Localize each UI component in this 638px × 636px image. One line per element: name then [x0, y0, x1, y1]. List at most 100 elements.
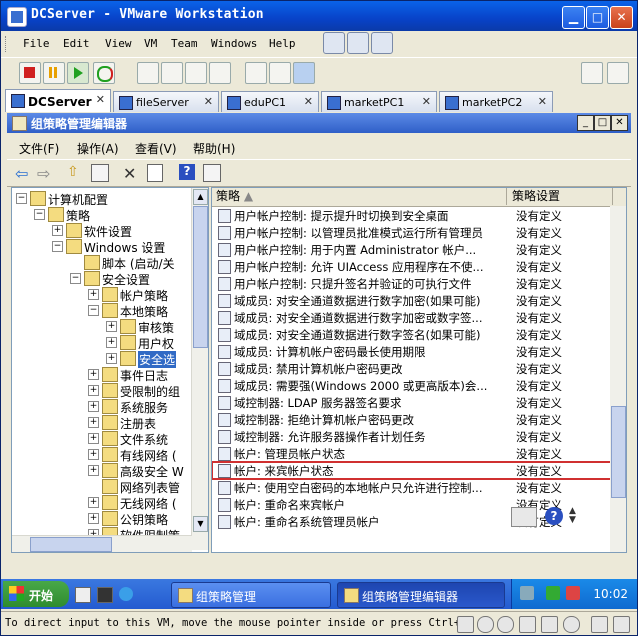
collapse-icon[interactable]: − — [52, 241, 63, 252]
message-icon[interactable] — [591, 616, 608, 633]
tab-edupc1[interactable]: eduPC1 ✕ — [221, 91, 319, 112]
collapse-icon[interactable]: − — [70, 273, 81, 284]
list-row[interactable]: 用户帐户控制: 允许 UIAccess 应用程序在不使... 没有定义 — [212, 258, 612, 275]
hard-disk-icon[interactable] — [457, 616, 474, 633]
forward-icon[interactable]: ⇨ — [37, 164, 55, 183]
tab-fileserver[interactable]: fileServer ✕ — [113, 91, 219, 112]
list-row[interactable]: 用户帐户控制: 用于内置 Administrator 帐户... 没有定义 — [212, 241, 612, 258]
menu-file-cn[interactable]: 文件(F) — [19, 140, 59, 157]
revert-snapshot-icon[interactable] — [347, 32, 369, 54]
tray-alert-icon[interactable] — [566, 586, 580, 600]
tray-network-icon[interactable] — [520, 586, 534, 600]
play-icon[interactable] — [67, 62, 89, 84]
task-gpm[interactable]: 组策略管理 — [171, 582, 331, 608]
list-scrollbar[interactable] — [610, 206, 626, 552]
expand-icon[interactable]: + — [88, 417, 99, 428]
list-row[interactable]: 帐户: 来宾帐户状态 没有定义 — [212, 461, 613, 480]
back-icon[interactable]: ⇦ — [15, 164, 33, 183]
policy-tree[interactable]: − 计算机配置 − 策略 + 软件设置 − Windows 设置 脚本 (启动/关 − 安全设置 + 帐… — [11, 187, 209, 553]
vm-settings-icon[interactable] — [581, 62, 603, 84]
tab-marketpc2[interactable]: marketPC2 ✕ — [439, 91, 553, 112]
gpme-title-bar[interactable]: 组策略管理编辑器 _ □ ✕ — [7, 113, 631, 133]
gpme-minimize-button[interactable]: _ — [577, 115, 594, 131]
export-list-icon[interactable] — [147, 164, 163, 182]
list-row[interactable]: 域控制器: LDAP 服务器签名要求 没有定义 — [212, 394, 612, 411]
help-circle-icon[interactable]: ? — [545, 507, 563, 525]
expand-icon[interactable]: + — [88, 289, 99, 300]
quick-switch-icon[interactable] — [161, 62, 183, 84]
column-setting[interactable]: 策略设置 — [508, 188, 613, 205]
menu-view[interactable]: View — [105, 37, 132, 50]
menu-team[interactable]: Team — [171, 37, 198, 50]
task-gpme[interactable]: 组策略管理编辑器 — [337, 582, 505, 608]
list-row[interactable]: 域成员: 计算机帐户密码最长使用期限 没有定义 — [212, 343, 612, 360]
gpme-close-button[interactable]: ✕ — [611, 115, 628, 131]
full-screen-icon[interactable] — [185, 62, 207, 84]
menu-vm[interactable]: VM — [144, 37, 157, 50]
expand-icon[interactable]: + — [88, 449, 99, 460]
expand-icon[interactable]: + — [88, 497, 99, 508]
summary-view-icon[interactable] — [293, 62, 315, 84]
sidebar-toggle-icon[interactable] — [137, 62, 159, 84]
help-icon[interactable]: ? — [179, 164, 195, 180]
snapshot-icon[interactable] — [323, 32, 345, 54]
unity-icon[interactable] — [209, 62, 231, 84]
scroll-arrows-icon[interactable]: ▲ ▼ — [569, 507, 581, 525]
show-desktop-icon[interactable] — [75, 587, 91, 603]
reset-icon[interactable] — [93, 62, 115, 84]
list-row[interactable]: 域控制器: 拒绝计算机帐户密码更改 没有定义 — [212, 411, 612, 428]
vm-status-icon[interactable] — [613, 616, 630, 633]
show-hide-tree-icon[interactable] — [91, 164, 109, 182]
column-policy[interactable]: 策略 ▲ — [212, 188, 507, 205]
menu-help[interactable]: Help — [269, 37, 296, 50]
thumbnail-view-icon[interactable] — [269, 62, 291, 84]
server-manager-icon[interactable] — [97, 587, 113, 603]
tab-close-icon[interactable]: ✕ — [96, 93, 105, 106]
list-row[interactable]: 域成员: 对安全通道数据进行数字加密或数字签... 没有定义 — [212, 309, 612, 326]
collapse-icon[interactable]: − — [34, 209, 45, 220]
internet-explorer-icon[interactable] — [119, 587, 133, 601]
menu-file[interactable]: File — [23, 37, 50, 50]
menu-action-cn[interactable]: 操作(A) — [77, 140, 119, 157]
list-row[interactable]: 域成员: 对安全通道数据进行数字签名(如果可能) 没有定义 — [212, 326, 612, 343]
tree-vertical-scrollbar[interactable]: ▲ ▼ — [191, 188, 208, 550]
keyboard-icon[interactable] — [511, 507, 537, 527]
list-row[interactable]: 域成员: 禁用计算机帐户密码更改 没有定义 — [212, 360, 612, 377]
expand-icon[interactable]: + — [106, 353, 117, 364]
floppy-icon[interactable] — [497, 616, 514, 633]
network-adapter-icon[interactable] — [519, 616, 536, 633]
tab-close-icon[interactable]: ✕ — [538, 95, 547, 108]
tab-dcserver[interactable]: DCServer ✕ — [5, 89, 111, 112]
list-row[interactable]: 帐户: 使用空白密码的本地帐户只允许进行控制... 没有定义 — [212, 479, 612, 496]
expand-icon[interactable]: + — [88, 513, 99, 524]
pause-icon[interactable] — [43, 62, 65, 84]
expand-icon[interactable]: + — [106, 321, 117, 332]
collapse-icon[interactable]: − — [16, 193, 27, 204]
cd-rom-icon[interactable] — [477, 616, 494, 633]
up-folder-icon[interactable]: ⇧ — [67, 164, 85, 182]
expand-icon[interactable]: + — [106, 337, 117, 348]
menu-view-cn[interactable]: 查看(V) — [135, 140, 177, 157]
network-icon[interactable] — [607, 62, 629, 84]
console-view-icon[interactable] — [245, 62, 267, 84]
tree-horizontal-scrollbar[interactable] — [12, 535, 192, 552]
tray-security-icon[interactable] — [546, 586, 560, 600]
policy-list[interactable]: 策略 ▲ 策略设置 用户帐户控制: 提示提升时切换到安全桌面 没有定义 用户帐户控制… — [211, 187, 627, 553]
expand-icon[interactable]: + — [88, 433, 99, 444]
list-row[interactable]: 用户帐户控制: 只提升签名并验证的可执行文件 没有定义 — [212, 275, 612, 292]
delete-icon[interactable]: ✕ — [123, 164, 141, 183]
list-row[interactable]: 域成员: 需要强(Windows 2000 或更高版本)会... 没有定义 — [212, 377, 612, 394]
properties-icon[interactable] — [203, 164, 221, 182]
sound-icon[interactable] — [563, 616, 580, 633]
menu-windows[interactable]: Windows — [211, 37, 257, 50]
list-row[interactable]: 用户帐户控制: 提示提升时切换到安全桌面 没有定义 — [212, 207, 612, 224]
expand-icon[interactable]: + — [88, 401, 99, 412]
expand-icon[interactable]: + — [52, 225, 63, 236]
list-row[interactable]: 域成员: 对安全通道数据进行数字加密(如果可能) 没有定义 — [212, 292, 612, 309]
expand-icon[interactable]: + — [88, 385, 99, 396]
collapse-icon[interactable]: − — [88, 305, 99, 316]
list-row[interactable]: 用户帐户控制: 以管理员批准模式运行所有管理员 没有定义 — [212, 224, 612, 241]
gpme-maximize-button[interactable]: □ — [594, 115, 611, 131]
list-row[interactable]: 域控制器: 允许服务器操作者计划任务 没有定义 — [212, 428, 612, 445]
tab-marketpc1[interactable]: marketPC1 ✕ — [321, 91, 437, 112]
